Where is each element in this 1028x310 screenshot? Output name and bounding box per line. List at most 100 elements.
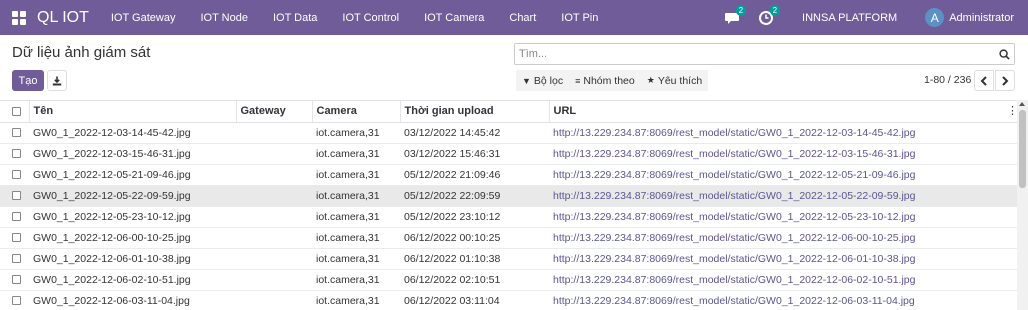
column-upload-time[interactable]: Thời gian upload xyxy=(399,101,549,123)
pager-previous-button[interactable] xyxy=(974,70,994,91)
table-row[interactable]: GW0_1_2022-12-06-01-10-38.jpg iot.camera,… xyxy=(0,248,1018,270)
row-checkbox-cell[interactable] xyxy=(0,290,29,310)
pager-value[interactable]: 1-80 / 236 xyxy=(924,74,971,86)
row-checkbox-cell[interactable] xyxy=(0,122,29,144)
menu-iot-camera[interactable]: IOT Camera xyxy=(424,12,484,24)
select-all-cell[interactable] xyxy=(0,101,29,123)
menu-iot-pin[interactable]: IOT Pin xyxy=(561,12,598,24)
cell-name: GW0_1_2022-12-05-22-09-59.jpg xyxy=(29,185,236,207)
row-checkbox-cell[interactable] xyxy=(0,143,29,165)
cell-gateway xyxy=(236,269,312,291)
menu-iot-data[interactable]: IOT Data xyxy=(273,12,317,24)
cell-upload-time: 05/12/2022 23:10:12 xyxy=(400,206,549,228)
vertical-scrollbar[interactable] xyxy=(1017,100,1028,310)
row-checkbox[interactable] xyxy=(12,275,21,285)
column-camera[interactable]: Camera xyxy=(311,101,400,123)
company-switcher[interactable]: INNSA PLATFORM xyxy=(802,12,897,24)
table-row[interactable]: GW0_1_2022-12-06-02-10-51.jpg iot.camera,… xyxy=(0,269,1018,291)
table-body: GW0_1_2022-12-03-14-45-42.jpg iot.camera,… xyxy=(0,122,1018,310)
top-navbar: QL IOT IOT Gateway IOT Node IOT Data IOT… xyxy=(0,0,1028,35)
scroll-up-arrow-icon[interactable] xyxy=(1019,102,1025,106)
menu-chart[interactable]: Chart xyxy=(509,12,536,24)
list-icon: ≡ xyxy=(575,75,581,86)
search-icon[interactable] xyxy=(994,44,1014,64)
cell-name: GW0_1_2022-12-05-21-09-46.jpg xyxy=(29,164,236,186)
row-checkbox-cell[interactable] xyxy=(0,248,29,270)
menu-iot-node[interactable]: IOT Node xyxy=(200,12,248,24)
row-checkbox[interactable] xyxy=(12,296,21,306)
cell-upload-time: 06/12/2022 00:10:25 xyxy=(400,227,549,249)
cell-gateway xyxy=(236,185,312,207)
cell-url: http://13.229.234.87:8069/rest_model/sta… xyxy=(549,290,1018,310)
messages-badge: 2 xyxy=(735,4,747,16)
table-row[interactable]: GW0_1_2022-12-05-23-10-12.jpg iot.camera,… xyxy=(0,206,1018,228)
row-checkbox[interactable] xyxy=(12,233,21,243)
chevron-left-icon xyxy=(980,75,987,86)
list-view: Tên Gateway Camera Thời gian upload URL … xyxy=(0,100,1028,310)
cell-upload-time: 05/12/2022 21:09:46 xyxy=(400,164,549,186)
cell-camera: iot.camera,31 xyxy=(312,290,400,310)
cell-name: GW0_1_2022-12-06-01-10-38.jpg xyxy=(29,248,236,270)
select-all-checkbox[interactable] xyxy=(12,106,21,116)
table-row[interactable]: GW0_1_2022-12-06-03-11-04.jpg iot.camera,… xyxy=(0,290,1018,310)
pager-next-button[interactable] xyxy=(995,70,1015,91)
cell-name: GW0_1_2022-12-05-23-10-12.jpg xyxy=(29,206,236,228)
cell-url: http://13.229.234.87:8069/rest_model/sta… xyxy=(549,185,1018,207)
records-table: Tên Gateway Camera Thời gian upload URL … xyxy=(0,101,1018,310)
chat-bubble-icon[interactable]: 2 xyxy=(724,4,747,26)
row-checkbox[interactable] xyxy=(12,128,21,138)
table-row[interactable]: GW0_1_2022-12-03-14-45-42.jpg iot.camera,… xyxy=(0,122,1018,144)
table-header: Tên Gateway Camera Thời gian upload URL xyxy=(0,101,1018,123)
cell-url: http://13.229.234.87:8069/rest_model/sta… xyxy=(549,206,1018,228)
favorites-button[interactable]: ★ Yêu thích xyxy=(647,75,702,87)
cell-camera: iot.camera,31 xyxy=(312,185,400,207)
cell-upload-time: 05/12/2022 22:09:59 xyxy=(400,185,549,207)
avatar[interactable]: A xyxy=(925,8,945,27)
cell-camera: iot.camera,31 xyxy=(312,143,400,165)
filter-label: Bộ lọc xyxy=(533,74,564,87)
row-checkbox[interactable] xyxy=(12,212,21,222)
group-by-label: Nhóm theo xyxy=(583,74,635,87)
row-checkbox[interactable] xyxy=(12,254,21,264)
table-row[interactable]: GW0_1_2022-12-03-15-46-31.jpg iot.camera,… xyxy=(0,143,1018,165)
user-menu[interactable]: Administrator xyxy=(949,12,1014,24)
table-row[interactable]: GW0_1_2022-12-05-22-09-59.jpg iot.camera,… xyxy=(0,185,1018,207)
search-bar xyxy=(514,43,1015,65)
cell-name: GW0_1_2022-12-06-02-10-51.jpg xyxy=(29,269,236,291)
download-icon[interactable] xyxy=(47,70,67,91)
cell-name: GW0_1_2022-12-03-15-46-31.jpg xyxy=(29,143,236,165)
row-checkbox-cell[interactable] xyxy=(0,185,29,207)
menu-iot-control[interactable]: IOT Control xyxy=(342,12,399,24)
app-brand[interactable]: QL IOT xyxy=(37,9,89,27)
clock-icon[interactable]: 2 xyxy=(758,4,781,26)
create-button[interactable]: Tạo xyxy=(12,70,44,91)
group-by-button[interactable]: ≡ Nhóm theo xyxy=(575,75,635,87)
row-checkbox[interactable] xyxy=(12,149,21,159)
filter-icon: ▼ xyxy=(522,75,531,86)
cell-name: GW0_1_2022-12-06-03-11-04.jpg xyxy=(29,290,236,310)
row-checkbox-cell[interactable] xyxy=(0,164,29,186)
star-icon: ★ xyxy=(646,75,655,85)
row-checkbox-cell[interactable] xyxy=(0,227,29,249)
column-name[interactable]: Tên xyxy=(28,101,236,123)
row-checkbox-cell[interactable] xyxy=(0,206,29,228)
row-checkbox[interactable] xyxy=(12,191,21,201)
scrollbar-thumb[interactable] xyxy=(1019,110,1026,188)
cell-url: http://13.229.234.87:8069/rest_model/sta… xyxy=(549,269,1018,291)
page-title: Dữ liệu ảnh giám sát xyxy=(12,44,151,61)
search-input[interactable] xyxy=(515,48,994,60)
table-row[interactable]: GW0_1_2022-12-06-00-10-25.jpg iot.camera,… xyxy=(0,227,1018,249)
row-checkbox-cell[interactable] xyxy=(0,269,29,291)
row-checkbox[interactable] xyxy=(12,170,21,180)
cell-camera: iot.camera,31 xyxy=(312,164,400,186)
cell-gateway xyxy=(236,290,312,310)
filter-button[interactable]: ▼ Bộ lọc xyxy=(522,75,563,87)
apps-grid-icon[interactable] xyxy=(12,10,26,25)
column-url[interactable]: URL xyxy=(548,101,1018,123)
search-options: ▼ Bộ lọc ≡ Nhóm theo ★ Yêu thích xyxy=(516,70,709,91)
table-row[interactable]: GW0_1_2022-12-05-21-09-46.jpg iot.camera,… xyxy=(0,164,1018,186)
cell-upload-time: 03/12/2022 14:45:42 xyxy=(400,122,549,144)
column-gateway[interactable]: Gateway xyxy=(235,101,312,123)
cell-upload-time: 06/12/2022 03:11:04 xyxy=(400,290,549,310)
menu-iot-gateway[interactable]: IOT Gateway xyxy=(111,12,176,24)
